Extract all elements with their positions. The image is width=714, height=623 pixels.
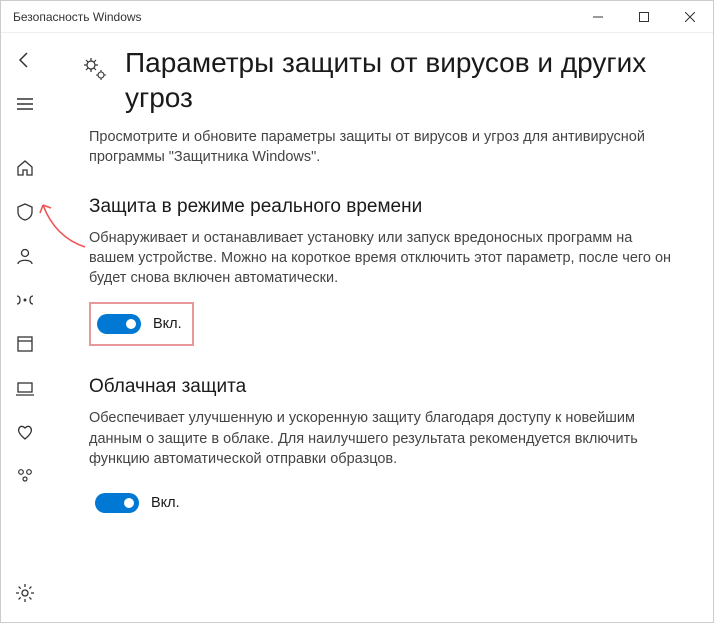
toggle-row-highlighted: Вкл. [89,302,194,346]
family-icon [15,466,35,489]
app-browser-icon [15,334,35,357]
firewall-icon [15,290,35,313]
maximize-button[interactable] [621,1,667,33]
page-title: Параметры защиты от вирусов и других угр… [125,45,673,115]
close-button[interactable] [667,1,713,33]
page-header: Параметры защиты от вирусов и других угр… [81,45,673,115]
sidebar [1,33,49,622]
window-root: Безопасность Windows [0,0,714,623]
toggle-label: Вкл. [153,316,182,332]
sidebar-family-options[interactable] [5,457,45,497]
sidebar-app-browser[interactable] [5,325,45,365]
gear-icon [15,583,35,606]
body: Параметры защиты от вирусов и других угр… [1,33,713,622]
sidebar-virus-protection[interactable] [5,193,45,233]
sidebar-menu[interactable] [5,85,45,125]
sidebar-firewall[interactable] [5,281,45,321]
window-controls [575,1,713,33]
content: Параметры защиты от вирусов и других угр… [49,33,713,622]
sidebar-back[interactable] [5,41,45,81]
sidebar-device-security[interactable] [5,369,45,409]
gears-icon [81,45,109,115]
realtime-protection-toggle[interactable] [97,314,141,334]
sidebar-settings[interactable] [5,574,45,614]
window-title: Безопасность Windows [13,10,575,24]
sidebar-account-protection[interactable] [5,237,45,277]
sidebar-device-performance[interactable] [5,413,45,453]
toggle-row: Вкл. [89,483,673,523]
cloud-protection-toggle[interactable] [95,493,139,513]
sidebar-home[interactable] [5,149,45,189]
back-icon [15,50,35,73]
titlebar: Безопасность Windows [1,1,713,33]
heart-icon [15,422,35,445]
section-cloud-protection: Облачная защита Обеспечивает улучшенную … [89,376,673,523]
shield-icon [15,202,35,225]
minimize-button[interactable] [575,1,621,33]
section-title: Облачная защита [89,376,673,398]
home-icon [15,158,35,181]
section-description: Обнаруживает и останавливает установку и… [89,228,673,289]
page-description: Просмотрите и обновите параметры защиты … [89,127,673,168]
section-realtime-protection: Защита в режиме реального времени Обнару… [89,196,673,347]
device-security-icon [15,378,35,401]
account-icon [15,246,35,269]
toggle-label: Вкл. [151,495,180,511]
section-description: Обеспечивает улучшенную и ускоренную защ… [89,408,673,469]
section-title: Защита в режиме реального времени [89,196,673,218]
menu-icon [15,94,35,117]
